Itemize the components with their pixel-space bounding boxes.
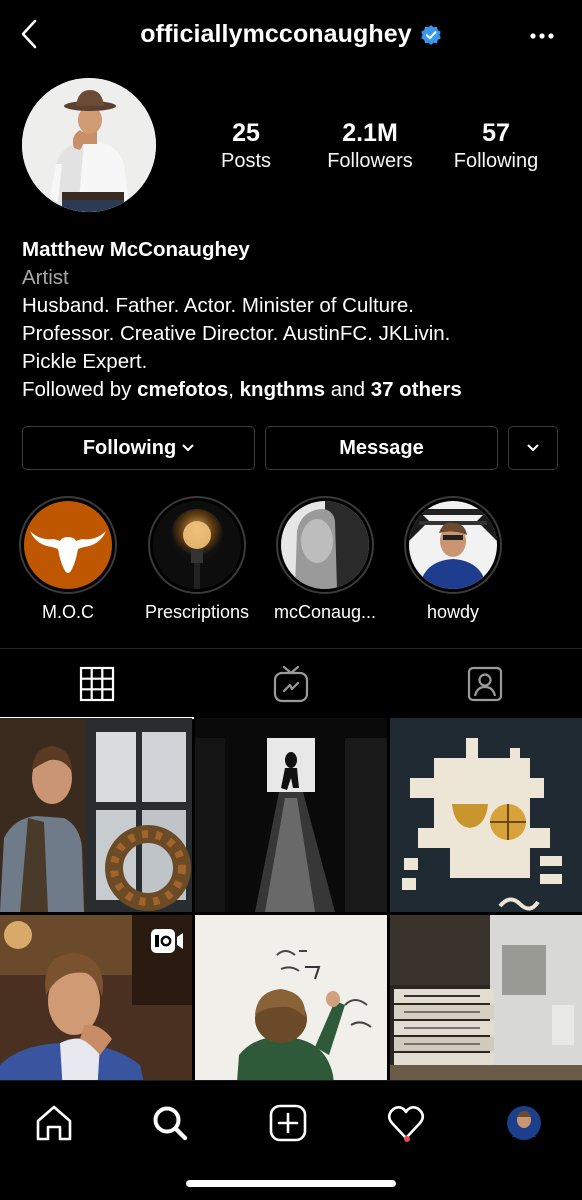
username-title: officiallymcconaughey bbox=[140, 20, 412, 48]
post-thumbnail[interactable] bbox=[195, 718, 387, 912]
followers-label: Followers bbox=[327, 150, 413, 172]
followed-by-user-1[interactable]: cmefotos bbox=[137, 378, 228, 401]
bio-line-3: Pickle Expert. bbox=[22, 350, 148, 373]
igtv-tab[interactable] bbox=[194, 649, 388, 719]
highlight-label: M.O.C bbox=[42, 602, 94, 622]
portrait-image bbox=[281, 501, 369, 589]
selfie-image bbox=[409, 501, 497, 589]
highlight-label: mcConaug... bbox=[273, 602, 377, 622]
longhorn-icon bbox=[24, 501, 112, 589]
video-camera-icon bbox=[150, 928, 184, 959]
grid-tab[interactable] bbox=[0, 649, 194, 719]
post-thumbnail[interactable] bbox=[390, 718, 582, 912]
highlight-ring bbox=[276, 496, 374, 594]
followed-by[interactable]: Followed by cmefotos, kngthms and 37 oth… bbox=[22, 376, 562, 404]
posts-count: 25 bbox=[232, 119, 260, 147]
followed-by-user-2[interactable]: kngthms bbox=[240, 378, 325, 401]
chevron-down-icon bbox=[182, 444, 194, 451]
followed-by-sep: , bbox=[228, 378, 240, 401]
new-post-icon[interactable] bbox=[258, 1093, 318, 1153]
following-stat[interactable]: 57 Following bbox=[440, 118, 552, 174]
igtv-icon bbox=[273, 665, 309, 703]
followers-stat[interactable]: 2.1M Followers bbox=[316, 118, 424, 174]
story-highlight-mcconaughey[interactable]: mcConaug... bbox=[265, 496, 385, 623]
followed-by-others[interactable]: 37 others bbox=[371, 378, 462, 401]
followed-by-and: and bbox=[325, 378, 371, 401]
posts-label: Posts bbox=[220, 150, 272, 172]
following-button-label: Following bbox=[82, 436, 177, 459]
bio-line-2: Professor. Creative Director. AustinFC. … bbox=[22, 322, 451, 345]
highlight-label: Prescriptions bbox=[144, 602, 250, 622]
search-icon[interactable] bbox=[140, 1093, 200, 1153]
chevron-down-icon bbox=[527, 444, 539, 451]
highlight-ring bbox=[404, 496, 502, 594]
tagged-tab[interactable] bbox=[388, 649, 582, 719]
lightbulb-image bbox=[153, 501, 241, 589]
verified-badge-icon bbox=[420, 24, 442, 46]
message-button-label: Message bbox=[339, 436, 424, 459]
profile-tabs bbox=[0, 648, 582, 719]
story-highlight-prescriptions[interactable]: Prescriptions bbox=[137, 496, 257, 623]
profile-header: officiallymcconaughey bbox=[0, 0, 582, 76]
highlight-label: howdy bbox=[426, 602, 480, 622]
followed-by-prefix: Followed by bbox=[22, 378, 138, 401]
post-thumbnail[interactable] bbox=[0, 718, 192, 912]
activity-heart-icon[interactable] bbox=[376, 1093, 436, 1153]
followers-count: 2.1M bbox=[342, 119, 398, 147]
username-title-wrap: officiallymcconaughey bbox=[0, 20, 582, 49]
profile-avatar-tab[interactable] bbox=[494, 1093, 554, 1153]
profile-bio: Matthew McConaughey Artist Husband. Fath… bbox=[22, 236, 562, 404]
posts-stat[interactable]: 25 Posts bbox=[202, 118, 290, 174]
home-icon[interactable] bbox=[24, 1093, 84, 1153]
highlight-ring bbox=[148, 496, 246, 594]
following-label: Following bbox=[453, 150, 539, 172]
story-highlight-howdy[interactable]: howdy bbox=[393, 496, 513, 623]
home-indicator bbox=[186, 1180, 396, 1187]
following-button[interactable]: Following bbox=[22, 426, 255, 470]
profile-avatar[interactable] bbox=[22, 78, 156, 212]
tagged-user-icon bbox=[467, 666, 503, 702]
notification-dot bbox=[404, 1136, 410, 1142]
following-count: 57 bbox=[482, 119, 510, 147]
more-options-icon[interactable] bbox=[530, 26, 554, 46]
grid-icon bbox=[79, 666, 115, 702]
story-highlight-moc[interactable]: M.O.C bbox=[8, 496, 128, 623]
bio-line-1: Husband. Father. Actor. Minister of Cult… bbox=[22, 294, 414, 317]
suggested-accounts-button[interactable] bbox=[508, 426, 558, 470]
posts-grid bbox=[0, 718, 582, 1109]
message-button[interactable]: Message bbox=[265, 426, 498, 470]
display-name: Matthew McConaughey bbox=[22, 238, 250, 261]
highlight-ring bbox=[19, 496, 117, 594]
category-label: Artist bbox=[22, 266, 69, 289]
